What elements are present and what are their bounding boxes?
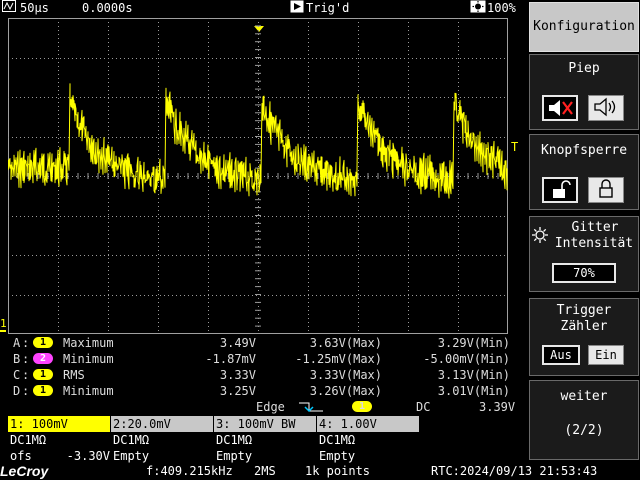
status-bar: 50µs 0.0000s Trig'd 100%: [0, 0, 528, 16]
channel-3-status: Empty: [216, 449, 253, 463]
waveform-display[interactable]: [7, 17, 508, 335]
measurement-value: 3.33V: [219, 368, 256, 382]
channel-4-header: 4: 1.00V: [317, 416, 419, 432]
channel-2-header: 2:20.0mV: [111, 416, 213, 432]
trigger-type: Edge: [256, 400, 285, 414]
offset-label: ofs: [10, 449, 32, 463]
menu-page-indicator: (2/2): [564, 423, 604, 438]
info-bar: LeCroy f:409.215kHz 2MS 1k points RTC:20…: [0, 463, 640, 480]
trigger-delay-value: 0.0000s: [82, 1, 133, 15]
softkey-menu: Konfiguration Piep Knopfsperre Gitter In…: [528, 0, 640, 463]
channel-settings: 1: 100mV DC1MΩ ofs -3.30V 2:20.0mV DC1MΩ…: [8, 416, 420, 464]
measurement-label: C: [13, 368, 21, 382]
offset-value: -3.30V: [66, 449, 110, 463]
battery-icon: [470, 0, 486, 17]
lecroy-logo: LeCroy: [0, 463, 49, 479]
measurement-source: 1: [33, 337, 53, 348]
record-length: 1k points: [305, 464, 371, 478]
measurement-source: 1: [33, 369, 53, 380]
measurement-param: Minimum: [63, 352, 114, 366]
measurement-label: B: [13, 352, 21, 366]
beep-on-button[interactable]: [588, 95, 624, 121]
channel-1-ground-line: [0, 330, 6, 332]
trigger-level: 3.39V: [479, 400, 516, 414]
lock-icon: [599, 179, 613, 198]
channel-2-coupling: DC1MΩ: [113, 433, 150, 447]
speaker-icon: [594, 97, 616, 117]
battery-level: 100%: [487, 1, 516, 15]
config-menu-title[interactable]: Konfiguration: [529, 2, 639, 52]
measurement-value: 3.25V: [219, 384, 256, 398]
beep-menu: Piep: [529, 54, 639, 130]
trigger-level-marker[interactable]: T: [511, 140, 518, 154]
keylock-on-button[interactable]: [588, 177, 624, 203]
measurement-source: 2: [33, 353, 53, 364]
trigger-counter-menu: Trigger Zähler Aus Ein: [529, 298, 639, 376]
trigger-counter-on-button[interactable]: Ein: [588, 345, 624, 365]
measurement-max: 3.63V(Max): [309, 336, 382, 350]
measurement-min: 3.29V(Min): [437, 336, 510, 350]
measurement-value: -1.87mV: [205, 352, 256, 366]
channel-2-status: Empty: [113, 449, 150, 463]
channel-3-coupling: DC1MΩ: [216, 433, 253, 447]
channel-1-ground-marker[interactable]: 1: [0, 318, 7, 330]
trigger-state-icon: [290, 0, 304, 17]
measurement-row-c[interactable]: C : 1 RMS 3.33V 3.33V(Max) 3.13V(Min): [0, 367, 528, 383]
channel-4-coupling: DC1MΩ: [319, 433, 356, 447]
real-time-clock: RTC:2024/09/13 21:53:43: [431, 464, 598, 478]
next-page-button[interactable]: weiter (2/2): [529, 380, 639, 460]
measurement-max: 3.33V(Max): [309, 368, 382, 382]
measurement-row-d[interactable]: D : 1 Minimum 3.25V 3.26V(Max) 3.01V(Min…: [0, 383, 528, 399]
measurement-param: RMS: [63, 368, 85, 382]
trigger-counter-off-button[interactable]: Aus: [542, 345, 580, 365]
trigger-source: 1: [352, 401, 372, 412]
channel-1-header: 1: 100mV: [8, 416, 110, 432]
intensity-knob-icon: [532, 227, 548, 247]
frequency-counter: f:409.215kHz: [146, 464, 233, 478]
measurement-param: Maximum: [63, 336, 114, 350]
measurement-min: 3.13V(Min): [437, 368, 510, 382]
trigger-settings[interactable]: Edge 1 DC 3.39V: [0, 399, 528, 415]
measurement-source: 1: [33, 385, 53, 396]
measurement-min: -5.00mV(Min): [423, 352, 510, 366]
measurement-value: 3.49V: [219, 336, 256, 350]
measurement-row-a[interactable]: A : 1 Maximum 3.49V 3.63V(Max) 3.29V(Min…: [0, 335, 528, 351]
keylock-menu: Knopfsperre: [529, 134, 639, 210]
channel-4-settings[interactable]: 4: 1.00V DC1MΩ Empty: [317, 416, 419, 464]
measurement-label: A: [13, 336, 21, 350]
speaker-mute-icon: [549, 100, 573, 116]
trigger-coupling: DC: [416, 400, 431, 414]
timebase-icon: [2, 0, 16, 16]
sample-rate: 2MS: [254, 464, 276, 478]
measurement-min: 3.01V(Min): [437, 384, 510, 398]
measurement-max: 3.26V(Max): [309, 384, 382, 398]
measurement-row-b[interactable]: B : 2 Minimum -1.87mV -1.25mV(Max) -5.00…: [0, 351, 528, 367]
grid-intensity-menu[interactable]: Gitter Intensität 70%: [529, 216, 639, 292]
channel-1-offset: ofs -3.30V: [8, 448, 110, 464]
unlocked-icon: [553, 180, 571, 198]
channel-1-coupling: DC1MΩ: [10, 433, 47, 447]
trigger-state: Trig'd: [306, 1, 350, 15]
beep-off-button[interactable]: [542, 95, 578, 121]
measurement-label: D: [13, 384, 21, 398]
channel-2-settings[interactable]: 2:20.0mV DC1MΩ Empty: [111, 416, 213, 464]
measurement-param: Minimum: [63, 384, 114, 398]
grid-intensity-value: 70%: [552, 263, 616, 283]
channel-1-settings[interactable]: 1: 100mV DC1MΩ ofs -3.30V: [8, 416, 110, 464]
channel-4-status: Empty: [319, 449, 356, 463]
timebase-value: 50µs: [20, 1, 49, 15]
channel-3-header: 3: 100mV BW: [214, 416, 316, 432]
channel-3-settings[interactable]: 3: 100mV BW DC1MΩ Empty: [214, 416, 316, 464]
measurement-max: -1.25mV(Max): [295, 352, 382, 366]
keylock-off-button[interactable]: [542, 177, 578, 203]
